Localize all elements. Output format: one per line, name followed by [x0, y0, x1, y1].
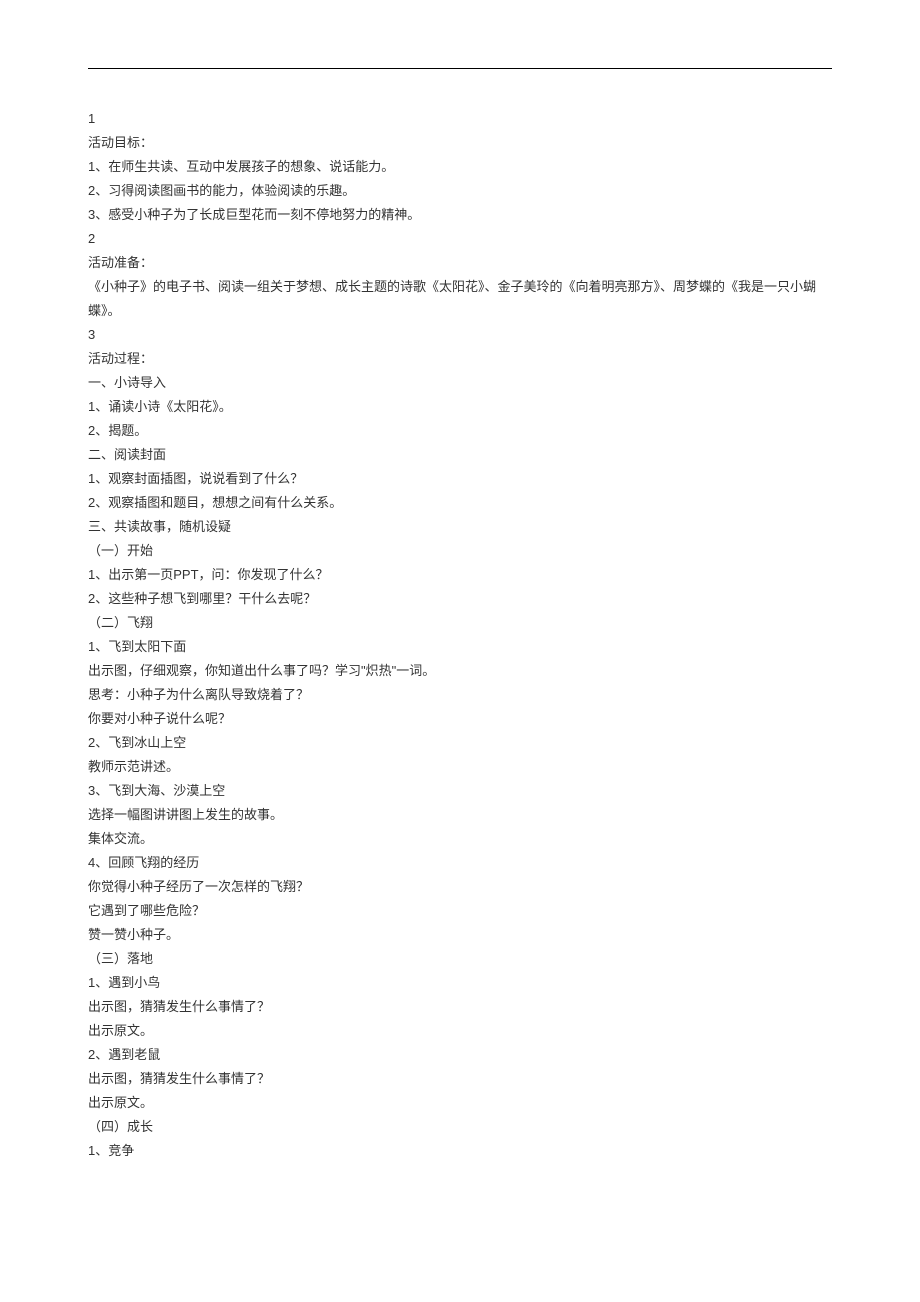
section-1: 1 活动目标： 1、在师生共读、互动中发展孩子的想象、说话能力。 2、习得阅读图…	[88, 107, 832, 227]
text-line: 1、诵读小诗《太阳花》。	[88, 395, 832, 419]
text-line: 教师示范讲述。	[88, 755, 832, 779]
text-line: 你觉得小种子经历了一次怎样的飞翔？	[88, 875, 832, 899]
section-number: 2	[88, 227, 832, 251]
text-line: 思考：小种子为什么离队导致烧着了？	[88, 683, 832, 707]
text-line: 二、阅读封面	[88, 443, 832, 467]
text-line: 它遇到了哪些危险？	[88, 899, 832, 923]
text-line: 出示原文。	[88, 1019, 832, 1043]
text-line: 2、飞到冰山上空	[88, 731, 832, 755]
text-line: 1、竞争	[88, 1139, 832, 1163]
text-line: 你要对小种子说什么呢？	[88, 707, 832, 731]
text-line: 2、这些种子想飞到哪里？干什么去呢？	[88, 587, 832, 611]
text-line: 出示原文。	[88, 1091, 832, 1115]
text-line: 赞一赞小种子。	[88, 923, 832, 947]
text-line: 出示图，猜猜发生什么事情了？	[88, 1067, 832, 1091]
text-line: 2、遇到老鼠	[88, 1043, 832, 1067]
section-heading: 活动过程：	[88, 347, 832, 371]
section-heading: 活动目标：	[88, 131, 832, 155]
text-line: 1、在师生共读、互动中发展孩子的想象、说话能力。	[88, 155, 832, 179]
text-line: 1、出示第一页PPT，问：你发现了什么？	[88, 563, 832, 587]
text-line: 3、感受小种子为了长成巨型花而一刻不停地努力的精神。	[88, 203, 832, 227]
text-line: 选择一幅图讲讲图上发生的故事。	[88, 803, 832, 827]
text-line: 3、飞到大海、沙漠上空	[88, 779, 832, 803]
text-line: 集体交流。	[88, 827, 832, 851]
text-line: 1、飞到太阳下面	[88, 635, 832, 659]
horizontal-rule	[88, 68, 832, 69]
text-line: （三）落地	[88, 947, 832, 971]
section-heading: 活动准备：	[88, 251, 832, 275]
text-line: 2、揭题。	[88, 419, 832, 443]
text-line: 三、共读故事，随机设疑	[88, 515, 832, 539]
section-3: 3 活动过程： 一、小诗导入 1、诵读小诗《太阳花》。 2、揭题。 二、阅读封面…	[88, 323, 832, 1163]
section-number: 3	[88, 323, 832, 347]
text-line: 出示图，仔细观察，你知道出什么事了吗？学习"炽热"一词。	[88, 659, 832, 683]
text-line: （四）成长	[88, 1115, 832, 1139]
document-content: 1 活动目标： 1、在师生共读、互动中发展孩子的想象、说话能力。 2、习得阅读图…	[88, 107, 832, 1163]
text-line: （二）飞翔	[88, 611, 832, 635]
text-line: 2、习得阅读图画书的能力，体验阅读的乐趣。	[88, 179, 832, 203]
text-line: 4、回顾飞翔的经历	[88, 851, 832, 875]
text-line: 1、遇到小鸟	[88, 971, 832, 995]
text-line: （一）开始	[88, 539, 832, 563]
text-line: 2、观察插图和题目，想想之间有什么关系。	[88, 491, 832, 515]
text-line: 出示图，猜猜发生什么事情了？	[88, 995, 832, 1019]
text-line: 1、观察封面插图，说说看到了什么？	[88, 467, 832, 491]
text-line: 一、小诗导入	[88, 371, 832, 395]
section-number: 1	[88, 107, 832, 131]
text-line: 《小种子》的电子书、阅读一组关于梦想、成长主题的诗歌《太阳花》、金子美玲的《向着…	[88, 275, 832, 323]
section-2: 2 活动准备： 《小种子》的电子书、阅读一组关于梦想、成长主题的诗歌《太阳花》、…	[88, 227, 832, 323]
